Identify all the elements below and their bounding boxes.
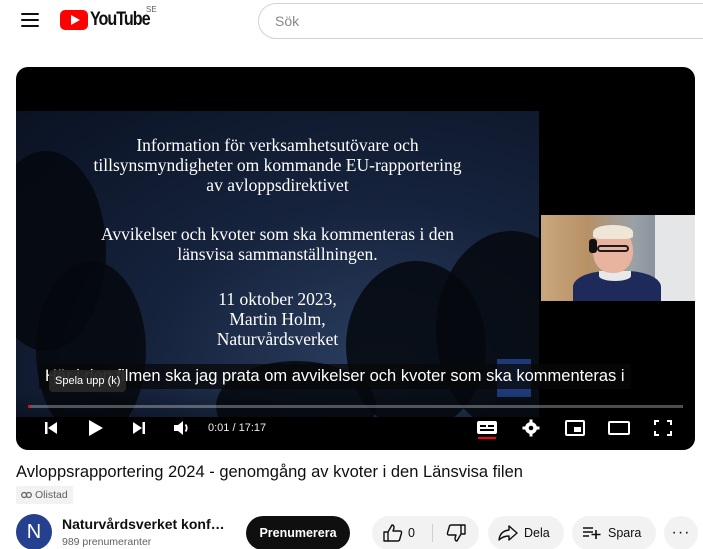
menu-hamburger-icon[interactable]: [18, 9, 42, 31]
volume-icon[interactable]: [167, 410, 197, 446]
channel-name[interactable]: Naturvårdsverket konf…: [62, 516, 225, 532]
miniplayer-icon[interactable]: [560, 410, 590, 446]
youtube-play-logo-icon: [60, 10, 88, 30]
subtitle-caption: Här i den filmen ska jag prata om avvike…: [39, 364, 631, 389]
share-label: Dela: [524, 526, 550, 540]
like-button[interactable]: 0: [373, 516, 433, 549]
link-icon: [21, 491, 32, 499]
thumbs-down-icon: [446, 524, 466, 542]
next-icon[interactable]: [124, 410, 154, 446]
subscriber-count: 989 prenumeranter: [62, 536, 152, 548]
settings-gear-icon[interactable]: [516, 410, 546, 446]
more-actions-button[interactable]: ···: [664, 516, 698, 549]
progress-bar[interactable]: [28, 405, 683, 408]
fullscreen-icon[interactable]: [648, 410, 678, 446]
slide-topic: Avvikelser och kvoter som ska kommentera…: [101, 224, 454, 264]
video-title: Avloppsrapportering 2024 - genomgång av …: [16, 463, 523, 481]
play-tooltip: Spela upp (k): [49, 370, 127, 392]
save-playlist-add-icon: [583, 527, 601, 539]
country-code: SE: [146, 5, 157, 14]
dislike-button[interactable]: [434, 516, 478, 549]
share-button[interactable]: Dela: [488, 516, 564, 549]
video-player[interactable]: Information för verksamhetsutövare och t…: [16, 67, 695, 450]
share-arrow-icon: [498, 525, 518, 541]
like-count: 0: [408, 526, 415, 540]
logo-text: YouTube: [90, 9, 151, 30]
theater-mode-icon[interactable]: [604, 410, 634, 446]
player-controls: 0:01 / 17:17: [16, 410, 695, 446]
slide-heading: Information för verksamhetsutövare och t…: [93, 135, 462, 195]
search-placeholder: Sök: [275, 13, 300, 29]
save-label: Spara: [608, 526, 642, 540]
subtitles-icon[interactable]: [472, 410, 502, 446]
time-display: 0:01 / 17:17: [208, 422, 267, 434]
previous-icon[interactable]: [36, 410, 66, 446]
save-button[interactable]: Spara: [572, 516, 656, 549]
progress-fill: [28, 405, 30, 408]
thumbs-up-icon: [383, 524, 403, 542]
visibility-label: Olistad: [35, 489, 68, 501]
channel-avatar[interactable]: N: [16, 514, 52, 549]
subscribe-button[interactable]: Prenumerera: [246, 516, 350, 549]
visibility-badge: Olistad: [16, 486, 73, 504]
play-icon[interactable]: [80, 410, 110, 446]
speaker-webcam: [541, 215, 695, 301]
search-input[interactable]: Sök: [258, 3, 703, 39]
masthead: YouTube SE Sök: [0, 0, 703, 40]
slide-presenter: 11 oktober 2023, Martin Holm, Naturvårds…: [216, 289, 339, 349]
